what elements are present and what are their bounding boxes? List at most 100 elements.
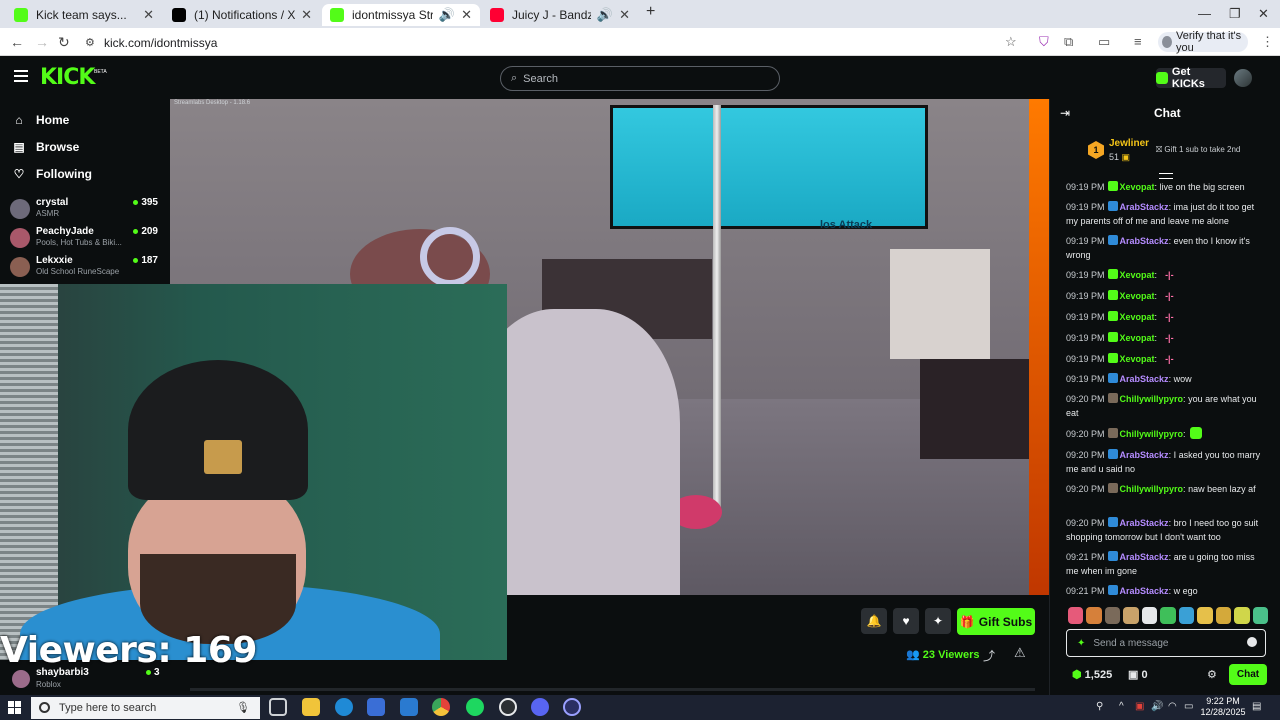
new-tab-icon[interactable]: + (646, 3, 655, 21)
sidebar-item-home[interactable]: ⌂ Home (12, 113, 69, 127)
message-username[interactable]: ArabStackz (1120, 518, 1169, 528)
task-view-icon[interactable] (269, 698, 287, 716)
reload-icon[interactable]: ↻ (58, 34, 70, 51)
message-username[interactable]: Xevopat (1120, 354, 1155, 364)
battery-icon[interactable]: ▭ (1184, 701, 1193, 712)
site-info-icon[interactable]: ⚙ (85, 36, 95, 49)
sparkle-icon[interactable]: ✦ (1077, 638, 1085, 649)
file-explorer-icon[interactable] (302, 698, 320, 716)
mail-icon[interactable] (400, 698, 418, 716)
gear-icon[interactable]: ⚙ (1207, 668, 1217, 681)
tray-app-icon[interactable]: ▣ (1135, 701, 1144, 712)
close-tab-icon[interactable]: ✕ (461, 7, 472, 23)
chat-input[interactable]: ✦ Send a message (1066, 629, 1266, 657)
followed-channel[interactable]: Lekxxie Old School RuneScape 187 (10, 255, 170, 281)
store-icon[interactable] (367, 698, 385, 716)
message-username[interactable]: Xevopat (1120, 291, 1155, 301)
taskbar-clock[interactable]: 9:22 PM 12/28/2025 (1200, 696, 1246, 718)
close-tab-icon[interactable]: ✕ (619, 7, 630, 23)
user-avatar[interactable] (1234, 69, 1252, 87)
discord-icon[interactable] (531, 698, 549, 716)
message-username[interactable]: Xevopat (1120, 312, 1155, 322)
edge-icon[interactable] (335, 698, 353, 716)
search-input[interactable]: ⌕ Search (500, 66, 780, 91)
message-username[interactable]: ArabStackz (1120, 202, 1169, 212)
gift-subs-button[interactable]: 🎁 Gift Subs (957, 608, 1035, 635)
obs-icon[interactable] (563, 698, 581, 716)
restore-icon[interactable]: ❐ (1229, 6, 1241, 22)
tray-overflow-icon[interactable]: ^ (1119, 701, 1124, 712)
extension-shield-icon[interactable]: ⛉ (1039, 34, 1049, 50)
reading-list-icon[interactable]: ≡ (1134, 34, 1142, 49)
close-tab-icon[interactable]: ✕ (301, 7, 312, 23)
follow-button[interactable]: ♥ (893, 608, 919, 634)
message-username[interactable]: ArabStackz (1120, 586, 1169, 596)
menu-icon[interactable] (14, 70, 28, 82)
forward-icon[interactable]: → (35, 34, 49, 50)
browser-tab[interactable]: Kick team says... ✕ (6, 4, 162, 26)
sparkle-button[interactable]: ✦ (925, 608, 951, 634)
extensions-icon[interactable]: ⧉ (1064, 34, 1073, 50)
browser-tab[interactable]: (1) Notifications / X ✕ (164, 4, 320, 26)
streamlabs-icon[interactable] (499, 698, 517, 716)
emote-icon[interactable] (1086, 607, 1102, 624)
message-username[interactable]: Chillywillypyro (1120, 394, 1184, 404)
stream-category[interactable]: Roblox (36, 680, 61, 689)
avatar[interactable] (12, 670, 30, 688)
followed-channel[interactable]: PeachyJade Pools, Hot Tubs & Biki... 209 (10, 226, 170, 252)
gift-prompt[interactable]: ⛝ Gift 1 sub to take 2nd (1156, 145, 1240, 155)
send-chat-button[interactable]: Chat (1229, 664, 1267, 685)
message-username[interactable]: ArabStackz (1120, 450, 1169, 460)
drag-handle-icon[interactable] (1159, 173, 1173, 179)
emote-icon[interactable] (1141, 607, 1158, 624)
chest-balance[interactable]: ▣ 0 (1128, 668, 1148, 681)
top-gifter-name[interactable]: Jewliner (1109, 138, 1149, 149)
message-username[interactable]: ArabStackz (1120, 374, 1169, 384)
notification-bell-button[interactable]: 🔔 (861, 608, 887, 634)
emote-icon[interactable] (1234, 607, 1250, 624)
emote-icon[interactable] (1197, 607, 1213, 624)
streamer-name[interactable]: shaybarbi3 (36, 667, 89, 678)
browser-menu-icon[interactable]: ⋮ (1261, 34, 1274, 50)
sidebar-item-following[interactable]: ♡ Following (12, 167, 92, 181)
message-username[interactable]: Chillywillypyro (1120, 429, 1184, 439)
windows-start-icon[interactable] (8, 701, 21, 714)
microphone-icon[interactable]: 🎙 (236, 701, 250, 714)
message-username[interactable]: ArabStackz (1120, 236, 1169, 246)
get-kicks-button[interactable]: Get KICKs (1156, 66, 1226, 90)
emote-icon[interactable] (1252, 607, 1268, 624)
bookmark-star-icon[interactable]: ☆ (1005, 34, 1017, 50)
people-icon[interactable]: ⚲ (1096, 701, 1103, 712)
profile-verify-chip[interactable]: Verify that it's you (1158, 30, 1248, 54)
message-username[interactable]: Chillywillypyro (1120, 484, 1184, 494)
browser-tab-active[interactable]: idontmissya Stream - Watch 🔊 ✕ (322, 4, 480, 26)
emote-icon[interactable] (1160, 607, 1176, 624)
taskbar-search-input[interactable]: Type here to search 🎙 (31, 697, 260, 719)
url-field[interactable]: kick.com/idontmissya (104, 36, 217, 50)
browser-tab[interactable]: Juicy J - Bandz A Make Her 🔊 ✕ (482, 4, 638, 26)
sidebar-item-browse[interactable]: ▤ Browse (12, 140, 79, 154)
kicks-balance[interactable]: ⬢ 1,525 (1072, 668, 1112, 681)
message-username[interactable]: Xevopat (1120, 333, 1155, 343)
page-scrollbar[interactable] (190, 688, 1035, 691)
emote-icon[interactable] (1215, 607, 1232, 624)
emote-icon[interactable] (1104, 607, 1121, 624)
back-icon[interactable]: ← (10, 34, 24, 50)
close-window-icon[interactable]: ✕ (1258, 6, 1269, 22)
share-icon[interactable]: ⤴ (983, 647, 995, 664)
emoji-icon[interactable] (1247, 637, 1257, 647)
volume-icon[interactable]: 🔊 (1151, 701, 1163, 712)
network-icon[interactable]: ◠ (1168, 701, 1177, 712)
collapse-chat-icon[interactable]: ⇥ (1060, 106, 1070, 120)
emote-icon[interactable] (1178, 607, 1195, 624)
close-tab-icon[interactable]: ✕ (143, 7, 154, 23)
cast-icon[interactable]: ▭ (1098, 34, 1110, 50)
minimize-icon[interactable]: — (1198, 6, 1211, 21)
chrome-icon[interactable] (432, 698, 450, 716)
followed-channel[interactable]: crystal ASMR 395 (10, 197, 170, 223)
message-username[interactable]: ArabStackz (1120, 552, 1169, 562)
emote-icon[interactable] (1068, 607, 1084, 624)
emote-icon[interactable] (1123, 607, 1139, 624)
message-username[interactable]: Xevopat (1120, 270, 1155, 280)
kick-logo[interactable]: KICK (40, 65, 95, 90)
